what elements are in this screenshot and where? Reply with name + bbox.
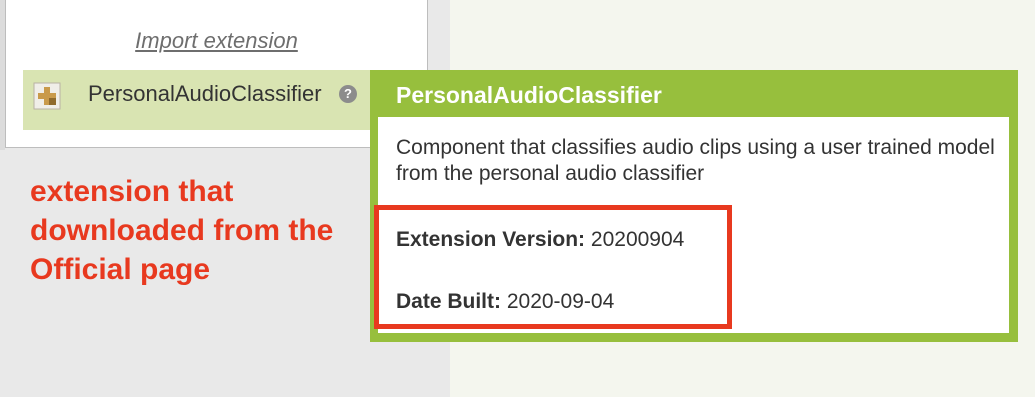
popup-description: Component that classifies audio clips us… bbox=[396, 136, 995, 185]
annotation-note: extension that downloaded from the Offic… bbox=[30, 175, 334, 286]
puzzle-plus-icon bbox=[33, 82, 61, 110]
annotation-highlight-box bbox=[374, 205, 732, 329]
import-extension-link[interactable]: Import extension bbox=[6, 28, 427, 54]
help-icon[interactable]: ? bbox=[339, 85, 357, 103]
extension-item-label: PersonalAudioClassifier bbox=[88, 81, 322, 106]
popup-title: PersonalAudioClassifier bbox=[396, 82, 662, 108]
extension-item-personal-audio-classifier[interactable]: PersonalAudioClassifier ? bbox=[23, 70, 423, 130]
